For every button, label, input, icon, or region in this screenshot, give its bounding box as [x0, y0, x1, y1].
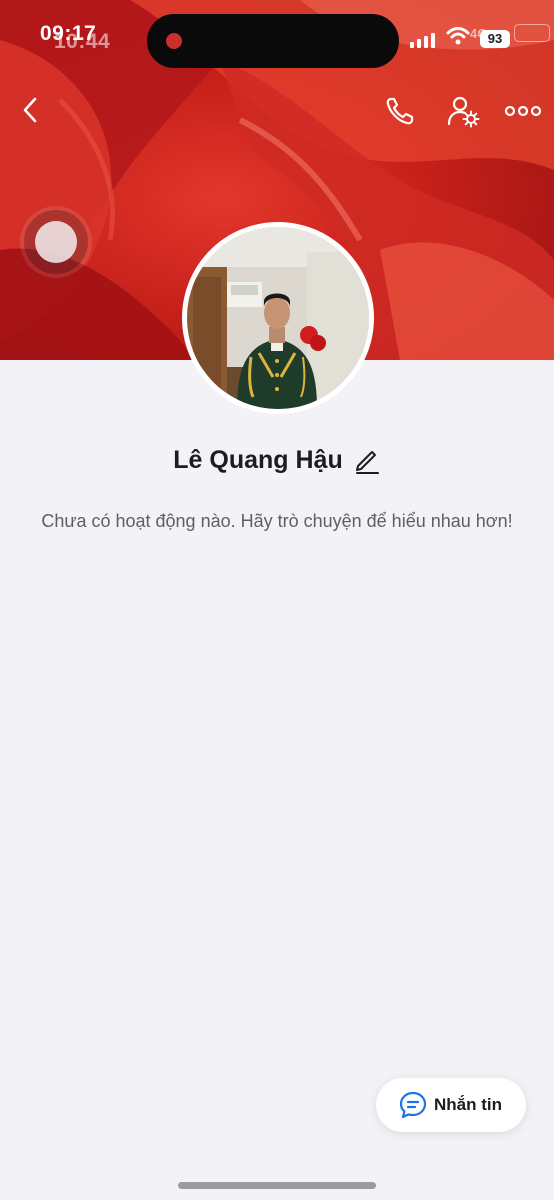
dynamic-island — [147, 14, 399, 68]
profile-settings-button[interactable] — [445, 94, 481, 128]
status-time: 09:17 — [40, 22, 97, 45]
send-message-button[interactable]: Nhắn tin — [376, 1078, 526, 1132]
battery-level: 93 — [480, 30, 510, 48]
phone-icon — [386, 97, 414, 125]
cellular-signal-icon — [410, 32, 436, 48]
back-button[interactable] — [14, 92, 50, 128]
pencil-edit-icon[interactable] — [353, 446, 381, 474]
chevron-left-icon — [23, 97, 37, 123]
user-settings-icon — [447, 96, 480, 128]
more-options-button[interactable] — [503, 96, 543, 126]
person-in-uniform-image — [187, 227, 369, 409]
recording-indicator-icon — [166, 33, 182, 49]
profile-name: Lê Quang Hậu — [173, 445, 343, 474]
profile-name-row: Lê Quang Hậu — [0, 440, 554, 480]
avatar-photo — [187, 227, 369, 409]
call-button[interactable] — [383, 94, 417, 128]
send-message-label: Nhắn tin — [434, 1095, 502, 1114]
more-dots-icon — [504, 105, 542, 117]
assistive-touch-button[interactable] — [24, 210, 88, 274]
empty-activity-message: Chưa có hoạt động nào. Hãy trò chuyện để… — [41, 511, 513, 531]
home-indicator[interactable] — [178, 1182, 376, 1189]
battery-outline-icon — [514, 24, 550, 42]
avatar[interactable] — [182, 222, 374, 414]
wifi-icon — [446, 27, 470, 45]
chat-bubble-icon — [399, 1091, 427, 1119]
